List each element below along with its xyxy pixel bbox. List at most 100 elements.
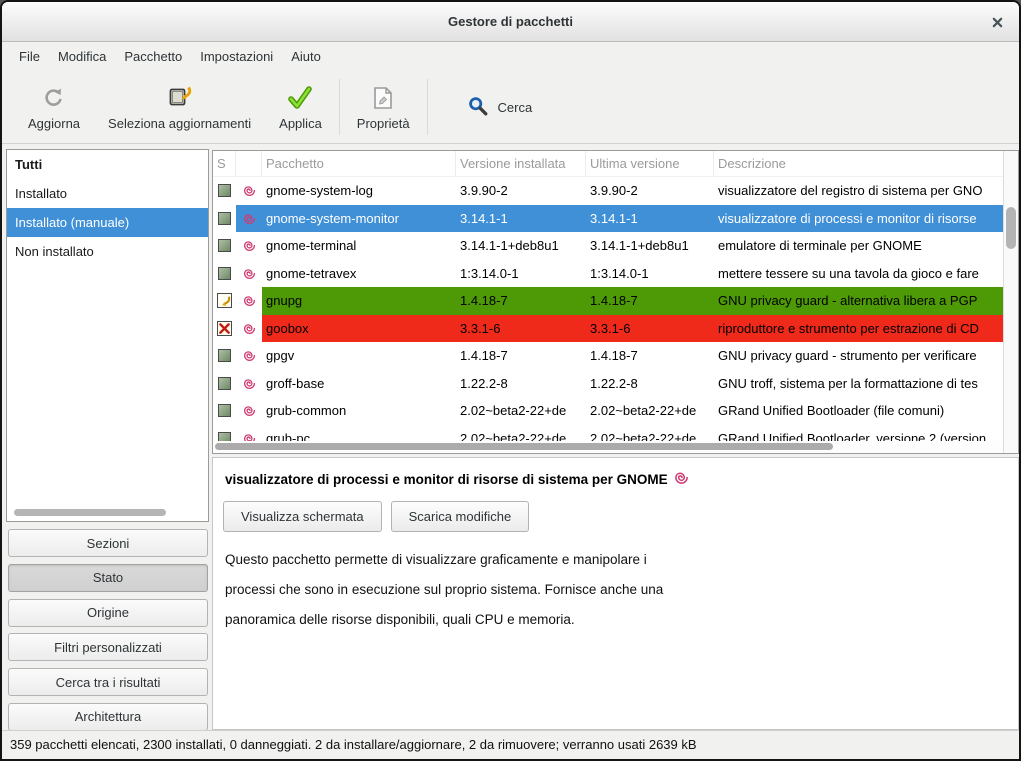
marked-removal-icon bbox=[217, 321, 232, 336]
view-button-cerca-tra-i-risultati[interactable]: Cerca tra i risultati bbox=[8, 668, 208, 696]
package-name: grub-pc bbox=[262, 425, 456, 442]
table-row[interactable]: groff-base1.22.2-81.22.2-8GNU troff, sis… bbox=[213, 370, 1003, 398]
status-cell[interactable] bbox=[213, 370, 236, 398]
table-row[interactable]: gnome-terminal3.14.1-1+deb8u13.14.1-1+de… bbox=[213, 232, 1003, 260]
filter-item-tutti[interactable]: Tutti bbox=[7, 150, 208, 179]
table-vertical-scrollbar-thumb[interactable] bbox=[1006, 207, 1016, 249]
table-row[interactable]: gnome-tetravex1:3.14.0-11:3.14.0-1metter… bbox=[213, 260, 1003, 288]
table-row[interactable]: gpgv1.4.18-71.4.18-7GNU privacy guard - … bbox=[213, 342, 1003, 370]
package-description-cell: emulatore di terminale per GNOME bbox=[714, 232, 1003, 260]
installed-checkbox-icon bbox=[218, 349, 231, 362]
status-cell[interactable] bbox=[213, 287, 236, 315]
menubar: FileModificaPacchettoImpostazioniAiuto bbox=[2, 43, 1019, 71]
latest-version: 2.02~beta2-22+de bbox=[586, 397, 714, 425]
status-cell[interactable] bbox=[213, 315, 236, 343]
column-header-description[interactable]: Descrizione bbox=[714, 151, 1003, 176]
toolbar-button-seleziona-aggiornamenti[interactable]: Seleziona aggiornamenti bbox=[94, 80, 265, 135]
titlebar[interactable]: Gestore di pacchetti bbox=[2, 2, 1019, 42]
debian-swirl-icon bbox=[236, 232, 262, 260]
view-button-architettura[interactable]: Architettura bbox=[8, 703, 208, 731]
table-row[interactable]: goobox3.3.1-63.3.1-6riproduttore e strum… bbox=[213, 315, 1003, 343]
column-header-installed-version[interactable]: Versione installata bbox=[456, 151, 586, 176]
installed-checkbox-icon bbox=[218, 432, 231, 441]
installed-checkbox-icon bbox=[218, 404, 231, 417]
view-button-sezioni[interactable]: Sezioni bbox=[8, 529, 208, 557]
status-cell[interactable] bbox=[213, 260, 236, 288]
menu-impostazioni[interactable]: Impostazioni bbox=[191, 43, 282, 71]
latest-version: 1.4.18-7 bbox=[586, 342, 714, 370]
column-header-logo[interactable] bbox=[236, 151, 262, 176]
toolbar-button-propriet: Proprietà bbox=[343, 80, 424, 135]
package-name: goobox bbox=[262, 315, 456, 343]
package-name: gpgv bbox=[262, 342, 456, 370]
filter-item-installato[interactable]: Installato bbox=[7, 179, 208, 208]
filter-list-hscrollbar-thumb[interactable] bbox=[14, 509, 166, 516]
menu-aiuto[interactable]: Aiuto bbox=[282, 43, 330, 71]
description-line: Questo pacchetto permette di visualizzar… bbox=[225, 545, 1018, 575]
view-button-filtri-personalizzati[interactable]: Filtri personalizzati bbox=[8, 633, 208, 661]
table-horizontal-scrollbar-thumb[interactable] bbox=[215, 443, 833, 450]
filter-item-installato-manuale[interactable]: Installato (manuale) bbox=[7, 208, 208, 237]
status-cell[interactable] bbox=[213, 425, 236, 442]
toolbar-button-label: Seleziona aggiornamenti bbox=[108, 116, 251, 131]
view-button-origine[interactable]: Origine bbox=[8, 599, 208, 627]
status-filter-list: TuttiInstallatoInstallato (manuale)Non i… bbox=[6, 149, 209, 522]
search-icon bbox=[467, 95, 489, 120]
table-row[interactable]: gnupg1.4.18-71.4.18-7GNU privacy guard -… bbox=[213, 287, 1003, 315]
table-row[interactable]: gnome-system-monitor3.14.1-13.14.1-1visu… bbox=[213, 205, 1003, 233]
search-button[interactable]: Cerca bbox=[457, 89, 543, 126]
table-horizontal-scrollbar[interactable] bbox=[213, 441, 1003, 453]
package-description-cell: visualizzatore del registro di sistema p… bbox=[714, 177, 1003, 205]
status-cell[interactable] bbox=[213, 205, 236, 233]
installed-version: 3.14.1-1+deb8u1 bbox=[456, 232, 586, 260]
menu-modifica[interactable]: Modifica bbox=[49, 43, 115, 71]
menu-file[interactable]: File bbox=[10, 43, 49, 71]
package-rows: gnome-system-log3.9.90-23.9.90-2visualiz… bbox=[213, 177, 1003, 441]
package-description-cell: GNU troff, sistema per la formattazione … bbox=[714, 370, 1003, 398]
detail-button-scarica-modifiche[interactable]: Scarica modifiche bbox=[391, 501, 530, 532]
status-cell[interactable] bbox=[213, 342, 236, 370]
filter-item-non-installato[interactable]: Non installato bbox=[7, 237, 208, 266]
package-table-header: S Pacchetto Versione installata Ultima v… bbox=[213, 151, 1018, 177]
detail-buttons-row: Visualizza schermata Scarica modifiche bbox=[223, 501, 1018, 532]
package-description-cell: GNU privacy guard - strumento per verifi… bbox=[714, 342, 1003, 370]
package-name: gnupg bbox=[262, 287, 456, 315]
package-name: gnome-tetravex bbox=[262, 260, 456, 288]
toolbar-button-aggiorna: Aggiorna bbox=[14, 80, 94, 135]
package-description-cell: GNU privacy guard - alternativa libera a… bbox=[714, 287, 1003, 315]
status-cell[interactable] bbox=[213, 232, 236, 260]
package-details-pane: visualizzatore di processi e monitor di … bbox=[212, 457, 1019, 730]
statusbar: 359 pacchetti elencati, 2300 installati,… bbox=[2, 730, 1019, 759]
column-header-package[interactable]: Pacchetto bbox=[262, 151, 456, 176]
table-row[interactable]: grub-pc2.02~beta2-22+de2.02~beta2-22+deG… bbox=[213, 425, 1003, 442]
debian-swirl-icon bbox=[236, 260, 262, 288]
debian-swirl-icon bbox=[236, 342, 262, 370]
close-icon[interactable] bbox=[989, 14, 1005, 30]
status-cell[interactable] bbox=[213, 397, 236, 425]
package-name: groff-base bbox=[262, 370, 456, 398]
latest-version: 1:3.14.0-1 bbox=[586, 260, 714, 288]
package-description: Questo pacchetto permette di visualizzar… bbox=[225, 545, 1018, 635]
package-name: gnome-system-monitor bbox=[262, 205, 456, 233]
toolbar-separator bbox=[339, 79, 340, 135]
package-name: gnome-terminal bbox=[262, 232, 456, 260]
package-summary-title: visualizzatore di processi e monitor di … bbox=[225, 470, 1018, 488]
detail-button-visualizza-schermata[interactable]: Visualizza schermata bbox=[223, 501, 382, 532]
search-button-label: Cerca bbox=[498, 100, 533, 115]
column-header-latest-version[interactable]: Ultima versione bbox=[586, 151, 714, 176]
latest-version: 3.14.1-1 bbox=[586, 205, 714, 233]
apply-check-icon bbox=[287, 84, 313, 110]
package-description-cell: GRand Unified Bootloader, versione 2 (ve… bbox=[714, 425, 1003, 442]
package-name: gnome-system-log bbox=[262, 177, 456, 205]
debian-swirl-icon bbox=[236, 177, 262, 205]
table-row[interactable]: gnome-system-log3.9.90-23.9.90-2visualiz… bbox=[213, 177, 1003, 205]
view-button-stato[interactable]: Stato bbox=[8, 564, 208, 592]
toolbar-button-applica[interactable]: Applica bbox=[265, 80, 336, 135]
latest-version: 3.3.1-6 bbox=[586, 315, 714, 343]
table-row[interactable]: grub-common2.02~beta2-22+de2.02~beta2-22… bbox=[213, 397, 1003, 425]
table-vertical-scrollbar[interactable] bbox=[1003, 151, 1018, 453]
status-cell[interactable] bbox=[213, 177, 236, 205]
column-header-status[interactable]: S bbox=[213, 151, 236, 176]
menu-pacchetto[interactable]: Pacchetto bbox=[115, 43, 191, 71]
package-description-cell: mettere tessere su una tavola da gioco e… bbox=[714, 260, 1003, 288]
